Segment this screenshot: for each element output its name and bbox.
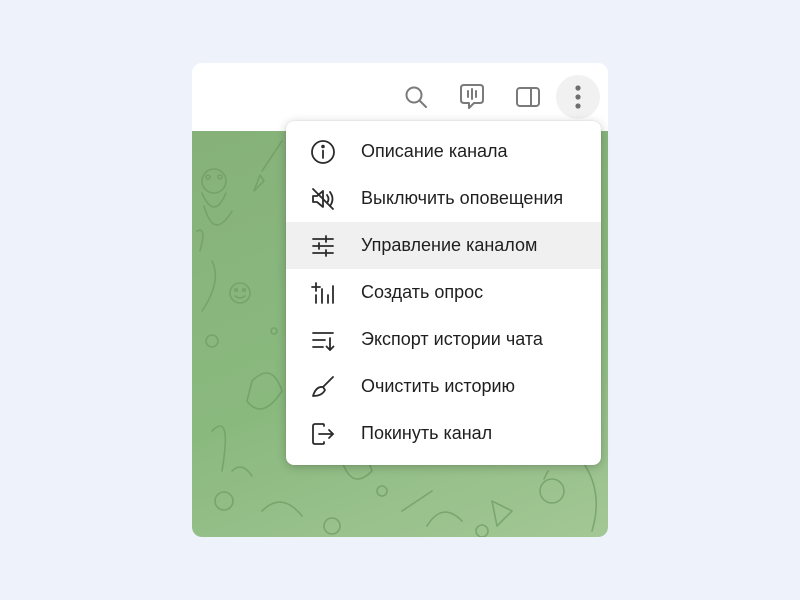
mute-icon <box>310 186 336 212</box>
menu-item-label: Очистить историю <box>361 376 516 396</box>
menu-item-channel-info[interactable]: Описание канала <box>286 128 601 175</box>
more-vertical-icon <box>573 84 583 110</box>
menu-item-mute[interactable]: Выключить оповещения <box>286 175 601 222</box>
menu-item-leave-channel[interactable]: Покинуть канал <box>286 410 601 457</box>
menu-item-label: Покинуть канал <box>361 423 493 443</box>
broom-icon <box>310 374 336 400</box>
menu-item-label: Экспорт истории чата <box>361 329 543 349</box>
menu-item-clear-history[interactable]: Очистить историю <box>286 363 601 410</box>
sidebar-panel-icon <box>514 85 542 109</box>
menu-item-export-history[interactable]: Экспорт истории чата <box>286 316 601 363</box>
menu-item-manage-channel[interactable]: Управление каналом <box>286 222 601 269</box>
sliders-icon <box>310 233 336 259</box>
sidebar-toggle-button[interactable] <box>506 75 550 119</box>
search-button[interactable] <box>394 75 438 119</box>
menu-item-label: Создать опрос <box>361 282 484 302</box>
leave-icon <box>310 421 336 447</box>
video-chat-icon <box>457 82 487 112</box>
poll-icon <box>310 280 336 306</box>
menu-item-create-poll[interactable]: Создать опрос <box>286 269 601 316</box>
menu-item-label: Управление каналом <box>361 235 538 255</box>
export-icon <box>310 327 336 353</box>
chat-options-menu: Описание канала Выключить оповещения Упр… <box>286 121 601 465</box>
menu-item-label: Выключить оповещения <box>361 188 564 208</box>
search-icon <box>403 84 429 110</box>
info-icon <box>310 139 336 165</box>
video-chat-button[interactable] <box>450 75 494 119</box>
menu-item-label: Описание канала <box>361 141 508 161</box>
more-options-button[interactable] <box>556 75 600 119</box>
